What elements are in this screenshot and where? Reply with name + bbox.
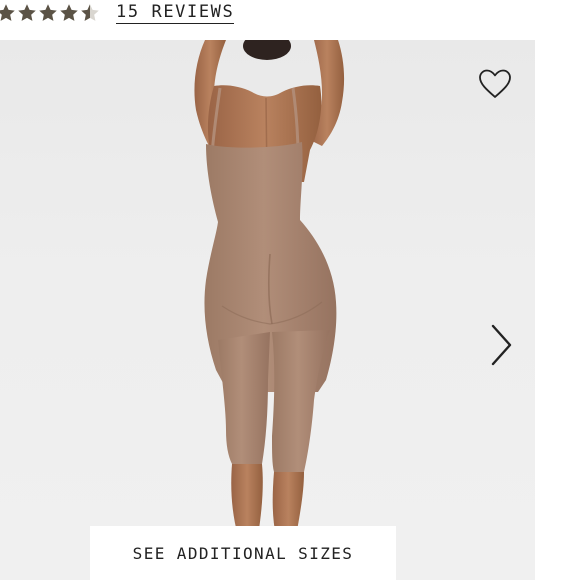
rating-row: 15 REVIEWS: [0, 0, 235, 26]
chevron-right-icon[interactable]: [484, 322, 518, 368]
star-icon: [18, 4, 36, 21]
star-rating: [0, 3, 100, 23]
star-half-icon: [81, 4, 99, 21]
product-page: 15 REVIEWS SEE ADDITIONAL SIZES: [0, 0, 580, 580]
star-icon: [60, 4, 78, 21]
star-icon: [39, 4, 57, 21]
wishlist-heart-icon[interactable]: [478, 68, 512, 100]
star-icon: [0, 4, 15, 21]
see-additional-sizes-button[interactable]: SEE ADDITIONAL SIZES: [90, 526, 396, 580]
image-gutter: [535, 40, 580, 580]
product-image: [0, 40, 535, 580]
reviews-link[interactable]: 15 REVIEWS: [116, 2, 235, 24]
product-photo-model: [182, 40, 345, 570]
